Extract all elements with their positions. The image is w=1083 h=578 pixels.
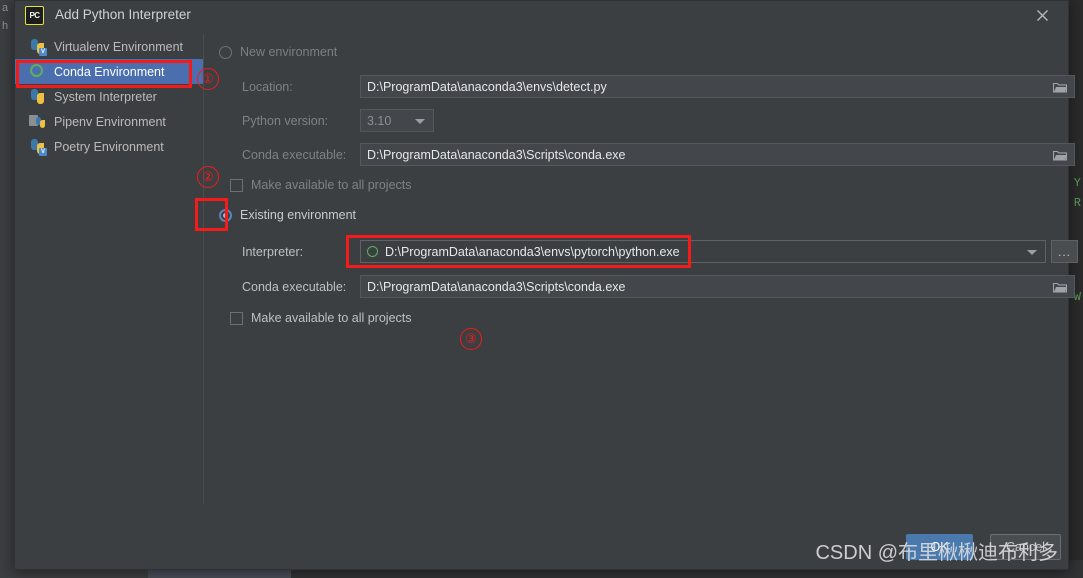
sidebar-item-poetry-environment[interactable]: V Poetry Environment — [15, 134, 203, 159]
interpreter-label: Interpreter: — [242, 245, 303, 259]
background-gutter-char-a: a — [2, 2, 8, 14]
annotation-number-2: ② — [197, 166, 219, 188]
interpreter-value: D:\ProgramData\anaconda3\envs\pytorch\py… — [385, 245, 680, 259]
make-available-checkbox-new[interactable]: Make available to all projects — [230, 178, 412, 192]
sidebar-item-virtualenv-environment[interactable]: V Virtualenv Environment — [15, 34, 203, 59]
conda-executable-label-new: Conda executable: — [242, 148, 346, 162]
conda-executable-value-existing: D:\ProgramData\anaconda3\Scripts\conda.e… — [367, 280, 625, 294]
folder-icon[interactable] — [1053, 81, 1067, 93]
location-value: D:\ProgramData\anaconda3\envs\detect.py — [367, 80, 607, 94]
new-environment-label: New environment — [240, 45, 337, 59]
conda-executable-input-new[interactable]: D:\ProgramData\anaconda3\Scripts\conda.e… — [360, 143, 1075, 166]
chevron-down-icon — [415, 119, 425, 124]
dialog-title: Add Python Interpreter — [55, 7, 191, 22]
new-environment-radio[interactable]: New environment — [219, 45, 337, 59]
sidebar-item-label: Virtualenv Environment — [54, 40, 183, 54]
python-version-value: 3.10 — [367, 114, 391, 128]
sidebar-item-label: Conda Environment — [54, 65, 164, 79]
make-available-label-existing: Make available to all projects — [251, 311, 412, 325]
annotation-number-3: ③ — [460, 328, 482, 350]
sidebar-item-label: Poetry Environment — [54, 140, 164, 154]
sidebar-item-conda-environment[interactable]: Conda Environment — [15, 59, 203, 84]
make-available-checkbox-existing[interactable]: Make available to all projects — [230, 311, 412, 325]
pycharm-icon: PC — [25, 6, 44, 25]
checkbox-indicator — [230, 179, 243, 192]
conda-executable-label-existing: Conda executable: — [242, 280, 346, 294]
background-code-fragment-2: R — [1074, 196, 1081, 210]
conda-executable-input-existing[interactable]: D:\ProgramData\anaconda3\Scripts\conda.e… — [360, 275, 1075, 298]
chevron-down-icon — [1027, 250, 1037, 255]
environment-type-list[interactable]: V Virtualenv Environment Conda Environme… — [15, 34, 203, 159]
python-version-select[interactable]: 3.10 — [360, 109, 434, 132]
python-icon — [29, 88, 46, 105]
radio-indicator — [219, 46, 232, 59]
csdn-watermark: CSDN @布里楸楸迪布利多 — [815, 536, 1058, 565]
sidebar-item-system-interpreter[interactable]: System Interpreter — [15, 84, 203, 109]
python-virtualenv-icon: V — [29, 38, 46, 55]
background-code-fragment-1: Y — [1074, 176, 1081, 190]
folder-icon[interactable] — [1053, 149, 1067, 161]
panel-divider — [203, 34, 204, 504]
background-left-gutter — [0, 0, 14, 578]
make-available-label-new: Make available to all projects — [251, 178, 412, 192]
close-icon[interactable] — [1022, 1, 1062, 30]
existing-environment-radio[interactable]: Existing environment — [219, 208, 356, 222]
conda-icon — [29, 63, 46, 80]
sidebar-item-label: Pipenv Environment — [54, 115, 166, 129]
radio-indicator — [219, 209, 232, 222]
pipenv-icon — [29, 113, 46, 130]
conda-executable-value-new: D:\ProgramData\anaconda3\Scripts\conda.e… — [367, 148, 625, 162]
interpreter-select[interactable]: D:\ProgramData\anaconda3\envs\pytorch\py… — [360, 240, 1046, 263]
location-input[interactable]: D:\ProgramData\anaconda3\envs\detect.py — [360, 75, 1075, 98]
conda-icon — [367, 246, 378, 257]
location-label: Location: — [242, 80, 293, 94]
checkbox-indicator — [230, 312, 243, 325]
background-gutter-char-h: h — [2, 20, 8, 32]
sidebar-item-label: System Interpreter — [54, 90, 157, 104]
add-python-interpreter-dialog: PC Add Python Interpreter V Virtualenv E… — [14, 0, 1069, 570]
existing-environment-label: Existing environment — [240, 208, 356, 222]
interpreter-browse-button[interactable]: ... — [1051, 240, 1078, 263]
python-version-label: Python version: — [242, 114, 328, 128]
sidebar-item-pipenv-environment[interactable]: Pipenv Environment — [15, 109, 203, 134]
dialog-titlebar: PC Add Python Interpreter — [15, 1, 1068, 30]
folder-icon[interactable] — [1053, 281, 1067, 293]
python-poetry-icon: V — [29, 138, 46, 155]
